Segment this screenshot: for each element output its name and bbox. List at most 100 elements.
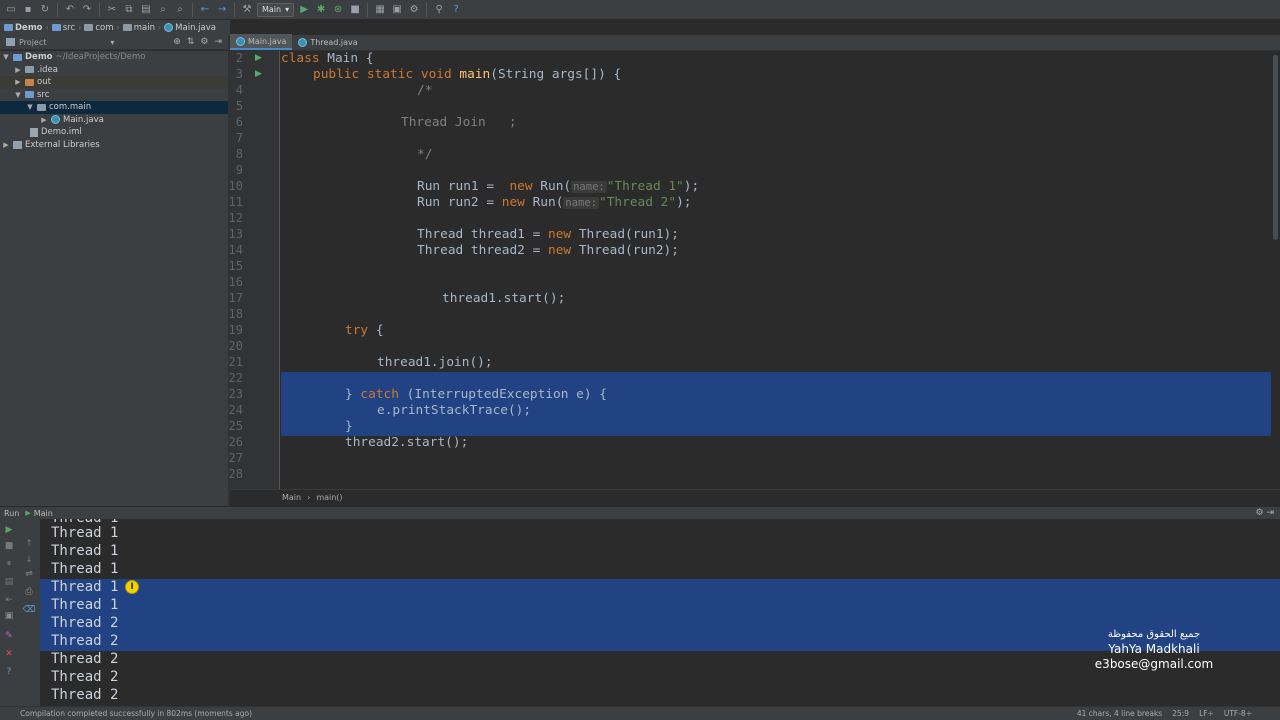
library-icon [13, 140, 22, 149]
line-number: 6 [235, 115, 243, 129]
code-line-14: Thread thread2 = new Thread(run2); [417, 243, 679, 259]
scroll-up-icon[interactable]: ↑ [22, 539, 36, 549]
expand-arrow-icon[interactable]: ▶ [14, 78, 22, 86]
module-folder-icon [13, 53, 22, 61]
expand-arrow-icon[interactable]: ▶ [40, 116, 48, 124]
close-icon[interactable]: ✕ [2, 649, 16, 659]
pin-icon[interactable]: ✎ [2, 631, 16, 641]
expand-arrow-icon[interactable]: ▼ [2, 53, 10, 61]
paste-icon[interactable]: ▤ [139, 3, 153, 17]
scroll-down-icon[interactable]: ↓ [22, 555, 36, 565]
run-console[interactable]: Thread 1 Thread 1 Thread 1 Thread 1 Thre… [40, 519, 1280, 706]
tools-icon[interactable]: ⚲ [432, 3, 446, 17]
tree-item-out[interactable]: ▶ out [0, 76, 228, 89]
run-config-tab[interactable]: ▶ Main [25, 509, 53, 518]
save-icon[interactable]: ▪ [21, 3, 35, 17]
nav-crumb-src[interactable]: src [51, 23, 75, 33]
line-number: 14 [228, 243, 243, 257]
nav-crumb-main[interactable]: main [122, 23, 155, 33]
run-gutter-icon[interactable]: ▶ [255, 53, 262, 63]
file-encoding[interactable]: UTF-8÷ [1224, 709, 1252, 718]
line-number: 5 [235, 99, 243, 113]
rerun-icon[interactable]: ▶ [2, 525, 16, 535]
build-icon[interactable]: ⚒ [240, 3, 254, 17]
nav-crumb-project[interactable]: Demo [4, 23, 43, 33]
line-number: 2 [235, 51, 243, 65]
code-line-13: Thread thread1 = new Thread(run1); [417, 227, 679, 243]
string-literal: "Thread 2" [599, 195, 677, 210]
code-text: Main { [319, 51, 374, 66]
sync-icon[interactable]: ↻ [38, 3, 52, 17]
tab-thread-java[interactable]: Thread.java [292, 34, 363, 50]
status-bar: Compilation completed successfully in 80… [0, 706, 1280, 720]
copy-icon[interactable]: ⧉ [122, 3, 136, 17]
tree-item-idea[interactable]: ▶ .idea [0, 64, 228, 77]
run-icon[interactable]: ▶ [297, 3, 311, 17]
folder-icon [122, 24, 132, 31]
code-editor[interactable]: class Main { public static void main(Str… [281, 51, 1271, 489]
expand-arrow-icon[interactable]: ▶ [2, 141, 10, 149]
tab-main-java[interactable]: Main.java [230, 34, 293, 50]
help-icon[interactable]: ? [2, 667, 16, 677]
tree-item-external-libraries[interactable]: ▶ External Libraries [0, 139, 228, 152]
exit-icon[interactable]: ⇤ [2, 595, 16, 605]
help-icon[interactable]: ? [449, 3, 463, 17]
dump-icon[interactable]: ▤ [2, 577, 16, 587]
gear-icon[interactable]: ⚙ [1256, 508, 1264, 518]
back-arrow-icon[interactable]: ← [198, 3, 212, 17]
code-text: ); [676, 195, 692, 210]
tree-item-demo[interactable]: ▼ Demo ~/IdeaProjects/Demo [0, 51, 228, 64]
tree-item-com-main[interactable]: ▼ com.main [0, 101, 228, 114]
hide-icon[interactable]: ⇥ [214, 37, 222, 47]
collapse-icon[interactable]: ⇅ [187, 37, 195, 47]
undo-icon[interactable]: ↶ [63, 3, 77, 17]
gear-icon[interactable]: ⚙ [200, 37, 208, 47]
open-folder-icon[interactable]: ▭ [4, 3, 18, 17]
soft-wrap-icon[interactable]: ⇌ [22, 569, 36, 579]
redo-icon[interactable]: ↷ [80, 3, 94, 17]
target-icon[interactable]: ⊕ [173, 37, 181, 47]
forward-arrow-icon[interactable]: → [215, 3, 229, 17]
sdk-icon[interactable]: ▣ [390, 3, 404, 17]
expand-arrow-icon[interactable]: ▼ [26, 103, 34, 111]
breadcrumb-method[interactable]: main() [316, 493, 342, 502]
editor-scrollbar-thumb[interactable] [1273, 55, 1278, 240]
line-separator[interactable]: LF÷ [1199, 709, 1214, 718]
expand-arrow-icon[interactable]: ▼ [14, 91, 22, 99]
project-icon [6, 38, 15, 46]
project-view-select[interactable]: Project ▾ [6, 38, 114, 47]
replace-icon[interactable]: ⌕ [173, 3, 187, 17]
project-structure-icon[interactable]: ▦ [373, 3, 387, 17]
tree-item-demo-iml[interactable]: Demo.iml [0, 126, 228, 139]
print-icon[interactable]: ⎙ [22, 587, 36, 597]
stop-icon[interactable]: ■ [2, 541, 16, 551]
cut-icon[interactable]: ✂ [105, 3, 119, 17]
nav-crumb-com[interactable]: com [84, 23, 114, 33]
expand-arrow-icon[interactable]: ▶ [14, 66, 22, 74]
trash-icon[interactable]: ⌫ [22, 605, 36, 615]
stop-icon[interactable]: ■ [348, 3, 362, 17]
run-icon: ▶ [25, 509, 31, 517]
caret-position[interactable]: 25:9 [1172, 709, 1189, 718]
console-line: Thread 2 [51, 615, 119, 631]
debug-icon[interactable]: ✱ [314, 3, 328, 17]
find-icon[interactable]: ⌕ [156, 3, 170, 17]
hide-panel-icon[interactable]: ⇥ [1266, 508, 1274, 518]
pause-icon[interactable]: ⏸ [2, 559, 16, 569]
mouse-cursor-highlight-icon: I [125, 580, 139, 594]
code-line-10: Run run1 = new Run(name: "Thread 1"); [417, 179, 699, 195]
editor-gutter[interactable]: 2 3 4 5 6 7 8 9 10 11 12 13 14 15 16 17 18 19 20 21 22 23 24 25… [229, 51, 280, 489]
nav-crumb-file[interactable]: Main.java [164, 23, 216, 33]
settings-tool-icon[interactable]: ⚙ [407, 3, 421, 17]
code-line-23: } catch (InterruptedException e) { [345, 387, 607, 403]
run-gutter-icon[interactable]: ▶ [255, 69, 262, 79]
breadcrumb-class[interactable]: Main [282, 493, 301, 502]
run-configuration-select[interactable]: Main ▾ [257, 2, 295, 17]
java-class-icon [236, 36, 245, 46]
tree-item-src[interactable]: ▼ src [0, 89, 228, 102]
status-right: 41 chars, 4 line breaks 25:9 LF÷ UTF-8÷ [1077, 709, 1252, 718]
tree-item-main-java[interactable]: ▶ Main.java [0, 114, 228, 127]
coverage-icon[interactable]: ⊛ [331, 3, 345, 17]
status-message[interactable]: Compilation completed successfully in 80… [20, 709, 252, 718]
restore-icon[interactable]: ▣ [2, 611, 16, 621]
